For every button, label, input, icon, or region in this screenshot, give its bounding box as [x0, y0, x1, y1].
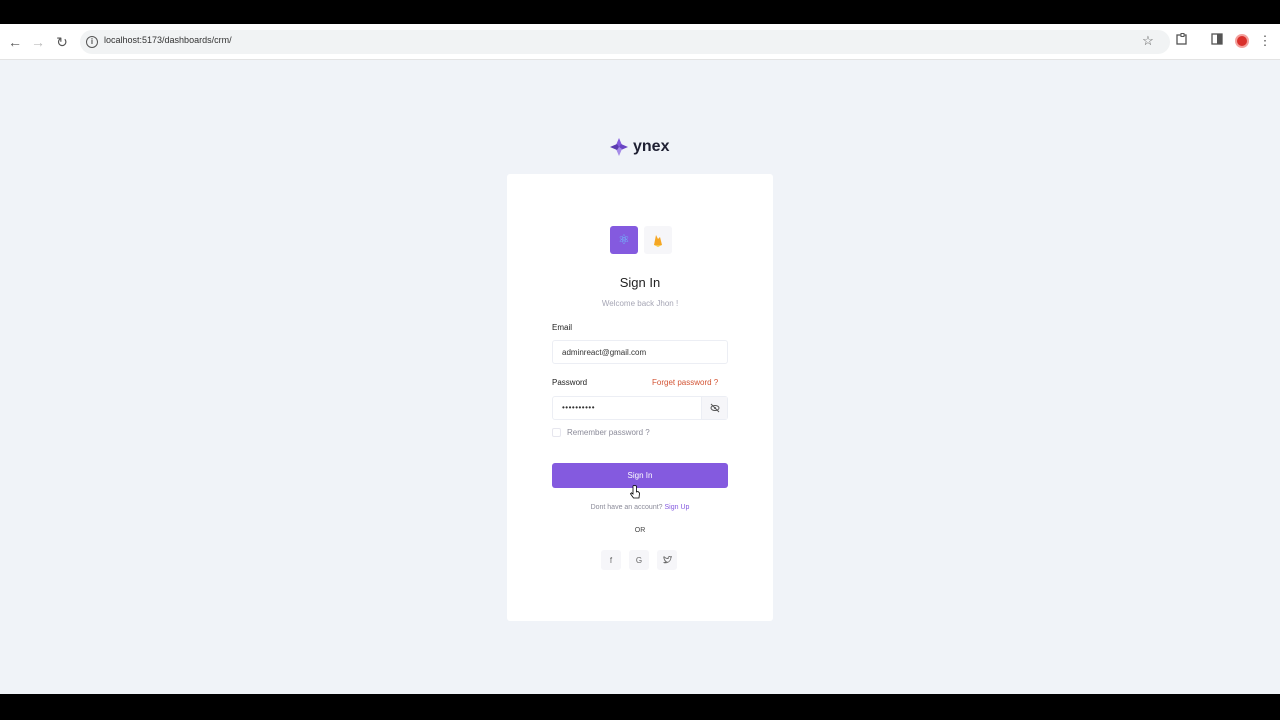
- address-url[interactable]: localhost:5173/dashboards/crm/: [104, 35, 232, 45]
- facebook-button[interactable]: f: [601, 550, 621, 570]
- react-tab[interactable]: ⚛: [610, 226, 638, 254]
- email-label: Email: [552, 323, 573, 332]
- signup-line: Dont have an account? Sign Up: [507, 504, 773, 511]
- social-login-row: f G: [601, 550, 677, 570]
- forward-icon[interactable]: →: [30, 34, 46, 50]
- profile-avatar-icon[interactable]: [1235, 34, 1249, 48]
- email-value: adminreact@gmail.com: [562, 348, 647, 357]
- address-bar[interactable]: i localhost:5173/dashboards/crm/: [80, 30, 1170, 54]
- forget-password-link[interactable]: Forget password ?: [652, 378, 718, 387]
- screen: ← → ↻ i localhost:5173/dashboards/crm/ ☆…: [0, 0, 1280, 720]
- password-field[interactable]: ••••••••••: [552, 396, 728, 420]
- google-button[interactable]: G: [629, 550, 649, 570]
- firebase-tab[interactable]: [644, 226, 672, 254]
- side-panel-icon[interactable]: [1209, 33, 1225, 49]
- facebook-icon: f: [609, 555, 613, 565]
- brand-logo: ynex: [609, 136, 669, 158]
- sign-in-card: ⚛ Sign In Welcome back Jhon ! Email admi…: [507, 174, 773, 621]
- bookmark-star-icon[interactable]: ☆: [1140, 33, 1156, 49]
- auth-provider-tabs: ⚛: [610, 226, 674, 254]
- back-icon[interactable]: ←: [7, 34, 23, 50]
- signup-prompt: Dont have an account?: [590, 504, 663, 511]
- brand-name: ynex: [633, 138, 670, 155]
- password-label: Password: [552, 378, 588, 387]
- remember-password-row: Remember password ?: [552, 428, 650, 437]
- page-background: ynex ⚛ Sign In Welcome back Jhon ! Email…: [0, 60, 1280, 694]
- page-title: Sign In: [619, 275, 661, 290]
- toggle-password-button[interactable]: [701, 397, 727, 419]
- twitter-button[interactable]: [657, 550, 677, 570]
- extensions-icon[interactable]: [1174, 33, 1190, 49]
- email-field[interactable]: adminreact@gmail.com: [552, 340, 728, 364]
- browser-toolbar: ← → ↻ i localhost:5173/dashboards/crm/ ☆…: [0, 24, 1280, 60]
- twitter-icon: [662, 556, 672, 564]
- welcome-subtitle: Welcome back Jhon !: [601, 299, 679, 308]
- or-divider: OR: [634, 527, 646, 534]
- sign-up-link[interactable]: Sign Up: [665, 504, 690, 511]
- remember-checkbox[interactable]: [552, 428, 561, 437]
- reload-icon[interactable]: ↻: [54, 34, 70, 50]
- mouse-cursor-icon: [629, 485, 640, 499]
- menu-kebab-icon[interactable]: ⋮: [1257, 33, 1273, 49]
- password-value: ••••••••••: [562, 403, 596, 412]
- firebase-icon: [654, 234, 662, 247]
- google-icon: G: [635, 555, 643, 565]
- eye-off-icon: [710, 403, 719, 413]
- site-info-icon[interactable]: i: [86, 36, 98, 48]
- logo-mark-icon: [609, 137, 629, 157]
- remember-label[interactable]: Remember password ?: [567, 428, 650, 437]
